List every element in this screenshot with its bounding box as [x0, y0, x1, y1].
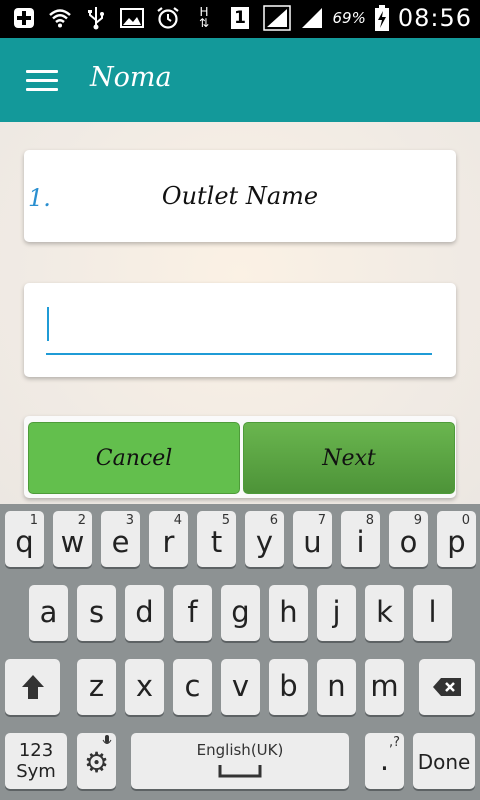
key-n[interactable]: n — [317, 659, 356, 715]
cancel-button[interactable]: Cancel — [28, 422, 240, 494]
answer-card — [24, 283, 456, 377]
sim-1-icon: 1 — [228, 6, 252, 30]
key-x[interactable]: x — [125, 659, 164, 715]
battery-percent: 69% — [332, 9, 366, 27]
wifi-icon — [48, 6, 72, 30]
settings-key[interactable]: ⚙ — [77, 733, 116, 789]
key-s[interactable]: s — [77, 585, 116, 641]
key-v[interactable]: v — [221, 659, 260, 715]
signal-1-icon — [262, 5, 292, 31]
key-f[interactable]: f — [173, 585, 212, 641]
alarm-icon — [156, 6, 180, 30]
question-card: 1. Outlet Name — [24, 150, 456, 242]
hamburger-menu-icon[interactable] — [26, 70, 58, 92]
app-bar: Noma — [0, 38, 480, 122]
key-c[interactable]: c — [173, 659, 212, 715]
usb-icon — [84, 6, 108, 30]
done-key[interactable]: Done — [413, 733, 475, 789]
soft-keyboard: 1q 2w 3e 4r 5t 6y 7u 8i 9o 0p a s d f g … — [0, 504, 480, 800]
button-bar: Cancel Next — [24, 416, 456, 498]
key-a[interactable]: a — [29, 585, 68, 641]
key-i[interactable]: 8i — [341, 511, 380, 567]
signal-2-icon — [300, 6, 324, 30]
key-e[interactable]: 3e — [101, 511, 140, 567]
key-z[interactable]: z — [77, 659, 116, 715]
key-m[interactable]: m — [365, 659, 404, 715]
sym-key[interactable]: 123 Sym — [5, 733, 67, 789]
add-icon — [12, 6, 36, 30]
backspace-key[interactable] — [419, 659, 475, 715]
network-h-icon: H ⇅ — [198, 5, 210, 30]
key-w[interactable]: 2w — [53, 511, 92, 567]
space-bar-icon — [131, 763, 349, 782]
shift-arrow-icon — [5, 673, 60, 705]
key-k[interactable]: k — [365, 585, 404, 641]
key-g[interactable]: g — [221, 585, 260, 641]
key-j[interactable]: j — [317, 585, 356, 641]
key-p[interactable]: 0p — [437, 511, 476, 567]
shift-key[interactable] — [5, 659, 60, 715]
period-key[interactable]: ,? . — [365, 733, 404, 789]
key-o[interactable]: 9o — [389, 511, 428, 567]
form-content: 1. Outlet Name Cancel Next — [0, 122, 480, 504]
text-cursor — [47, 307, 49, 341]
battery-charging-icon — [374, 5, 390, 31]
key-d[interactable]: d — [125, 585, 164, 641]
image-icon — [120, 6, 144, 30]
key-y[interactable]: 6y — [245, 511, 284, 567]
key-u[interactable]: 7u — [293, 511, 332, 567]
key-b[interactable]: b — [269, 659, 308, 715]
next-button[interactable]: Next — [243, 422, 455, 494]
key-r[interactable]: 4r — [149, 511, 188, 567]
answer-input[interactable] — [46, 303, 432, 355]
key-l[interactable]: l — [413, 585, 452, 641]
clock: 08:56 — [397, 4, 472, 32]
gear-icon: ⚙ — [83, 746, 110, 779]
app-title: Noma — [90, 62, 172, 93]
key-t[interactable]: 5t — [197, 511, 236, 567]
backspace-icon — [419, 677, 475, 701]
status-bar: H ⇅ 1 69% 08:56 — [0, 0, 480, 38]
key-h[interactable]: h — [269, 585, 308, 641]
key-q[interactable]: 1q — [5, 511, 44, 567]
mic-icon — [102, 735, 112, 751]
space-key[interactable]: English(UK) — [131, 733, 349, 789]
question-text: Outlet Name — [161, 182, 319, 210]
